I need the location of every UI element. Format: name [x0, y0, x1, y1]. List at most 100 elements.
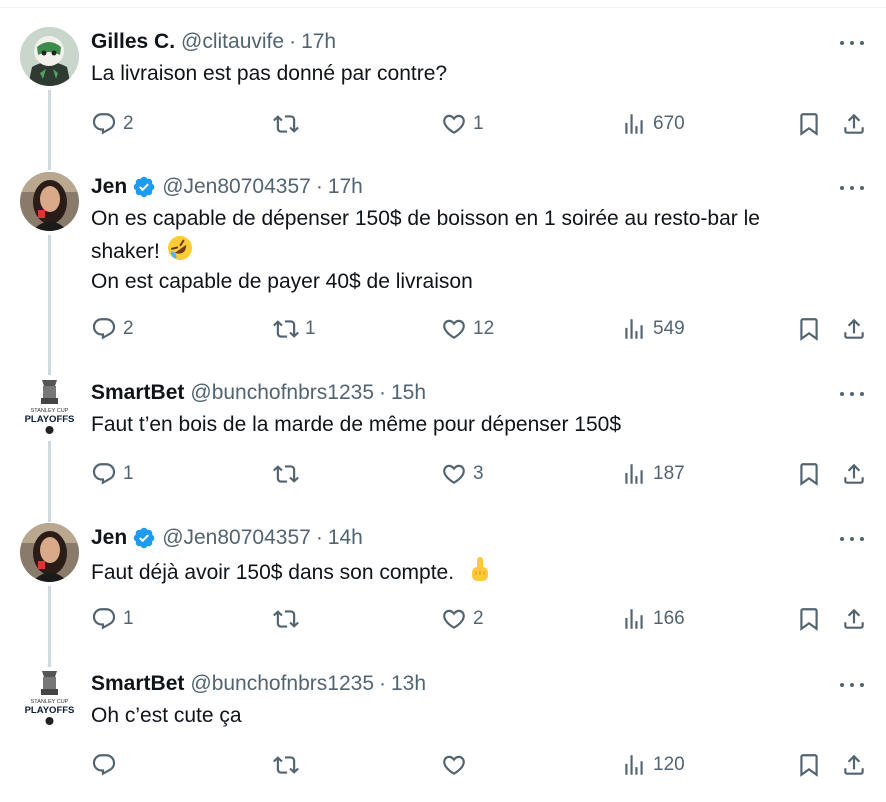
share-icon	[841, 606, 867, 632]
timestamp[interactable]: 14h	[328, 526, 363, 550]
separator-dot: ·	[379, 381, 386, 404]
bookmark-button[interactable]	[796, 750, 822, 780]
tweet-text-line: Faut t’en bois de la marde de même pour …	[91, 413, 621, 436]
separator-dot: ·	[315, 526, 323, 549]
avatar[interactable]: STANLEY CUP PLAYOFFS	[20, 669, 79, 728]
like-button[interactable]: 12	[441, 314, 494, 344]
share-button[interactable]	[841, 750, 867, 780]
more-options-icon[interactable]	[840, 33, 864, 53]
heart-icon	[441, 461, 467, 487]
tweet-header: Gilles C. @clitauvife · 17h	[91, 27, 336, 57]
more-options-icon[interactable]	[840, 178, 864, 198]
analytics-icon	[621, 606, 647, 632]
avatar[interactable]	[20, 172, 79, 231]
avatar[interactable]: STANLEY CUP PLAYOFFS	[20, 378, 79, 437]
reply-button[interactable]: 1	[91, 604, 134, 634]
views-button[interactable]: 120	[621, 750, 685, 780]
retweet-button[interactable]	[273, 750, 305, 780]
reply-icon	[91, 461, 117, 487]
like-button[interactable]	[441, 750, 473, 780]
views-button[interactable]: 549	[621, 314, 685, 344]
user-handle[interactable]: @Jen80704357	[162, 526, 311, 550]
tweet-text-line: On es capable de dépenser 150$ de boisso…	[91, 207, 760, 230]
more-options-icon[interactable]	[840, 529, 864, 549]
tweet-text: Oh c’est cute ça	[91, 701, 861, 731]
tweet-text: La livraison est pas donné par contre?	[91, 59, 861, 89]
display-name[interactable]: SmartBet	[91, 672, 184, 696]
retweet-button[interactable]: 1	[273, 314, 316, 344]
more-options-icon[interactable]	[840, 384, 864, 404]
display-name[interactable]: Jen	[91, 175, 127, 199]
reply-count: 1	[123, 463, 134, 484]
bookmark-icon	[796, 606, 822, 632]
reply-icon	[91, 111, 117, 137]
views-button[interactable]: 166	[621, 604, 685, 634]
like-button[interactable]: 2	[441, 604, 484, 634]
views-button[interactable]: 187	[621, 459, 685, 489]
bookmark-button[interactable]	[796, 314, 822, 344]
thread-line	[48, 586, 51, 667]
tweet-header: Jen @Jen80704357 · 14h	[91, 523, 363, 553]
share-button[interactable]	[841, 604, 867, 634]
separator-dot: ·	[289, 30, 297, 53]
bookmark-icon	[796, 111, 822, 137]
bookmark-button[interactable]	[796, 109, 822, 139]
heart-icon	[441, 606, 467, 632]
timestamp[interactable]: 17h	[328, 175, 363, 199]
view-count: 166	[653, 608, 685, 629]
reply-button[interactable]	[91, 750, 123, 780]
reply-button[interactable]: 1	[91, 459, 134, 489]
views-button[interactable]: 670	[621, 109, 685, 139]
share-button[interactable]	[841, 109, 867, 139]
retweet-button[interactable]	[273, 604, 305, 634]
retweet-button[interactable]	[273, 459, 305, 489]
bookmark-button[interactable]	[796, 459, 822, 489]
like-count: 2	[473, 608, 484, 629]
reply-icon	[91, 316, 117, 342]
separator-dot: ·	[379, 672, 386, 695]
analytics-icon	[621, 316, 647, 342]
reply-button[interactable]: 2	[91, 314, 134, 344]
verified-badge-icon[interactable]	[132, 526, 156, 550]
timestamp[interactable]: 13h	[391, 672, 426, 696]
tweet-text: On es capable de dépenser 150$ de boisso…	[91, 204, 861, 297]
like-button[interactable]: 3	[441, 459, 484, 489]
like-count: 3	[473, 463, 484, 484]
bookmark-icon	[796, 316, 822, 342]
tweet-text-line: Oh c’est cute ça	[91, 704, 242, 727]
share-icon	[841, 752, 867, 778]
display-name[interactable]: Gilles C.	[91, 30, 175, 54]
tweet-text-line: Faut déjà avoir 150$ dans son compte.	[91, 561, 455, 584]
retweet-icon	[273, 606, 299, 632]
display-name[interactable]: Jen	[91, 526, 127, 550]
user-handle[interactable]: @clitauvife	[181, 30, 284, 54]
timestamp[interactable]: 15h	[391, 381, 426, 405]
bookmark-icon	[796, 752, 822, 778]
tweet-text-line: On est capable de payer 40$ de livraison	[91, 270, 473, 293]
bookmark-button[interactable]	[796, 604, 822, 634]
share-button[interactable]	[841, 314, 867, 344]
avatar[interactable]	[20, 523, 79, 582]
avatar[interactable]	[20, 27, 79, 86]
like-button[interactable]: 1	[441, 109, 484, 139]
separator-dot: ·	[315, 175, 323, 198]
heart-icon	[441, 752, 467, 778]
display-name[interactable]: SmartBet	[91, 381, 184, 405]
retweet-button[interactable]	[273, 109, 305, 139]
action-bar: 1 3 187	[91, 459, 871, 489]
reply-button[interactable]: 2	[91, 109, 134, 139]
analytics-icon	[621, 461, 647, 487]
analytics-icon	[621, 111, 647, 137]
more-options-icon[interactable]	[840, 675, 864, 695]
top-divider	[0, 0, 886, 8]
heart-icon	[441, 316, 467, 342]
user-handle[interactable]: @Jen80704357	[162, 175, 311, 199]
action-bar: 2 1 670	[91, 109, 871, 139]
share-button[interactable]	[841, 459, 867, 489]
share-icon	[841, 316, 867, 342]
timestamp[interactable]: 17h	[301, 30, 336, 54]
like-count: 12	[473, 318, 495, 339]
verified-badge-icon[interactable]	[132, 175, 156, 199]
user-handle[interactable]: @bunchofnbrs1235	[190, 672, 374, 696]
user-handle[interactable]: @bunchofnbrs1235	[190, 381, 374, 405]
